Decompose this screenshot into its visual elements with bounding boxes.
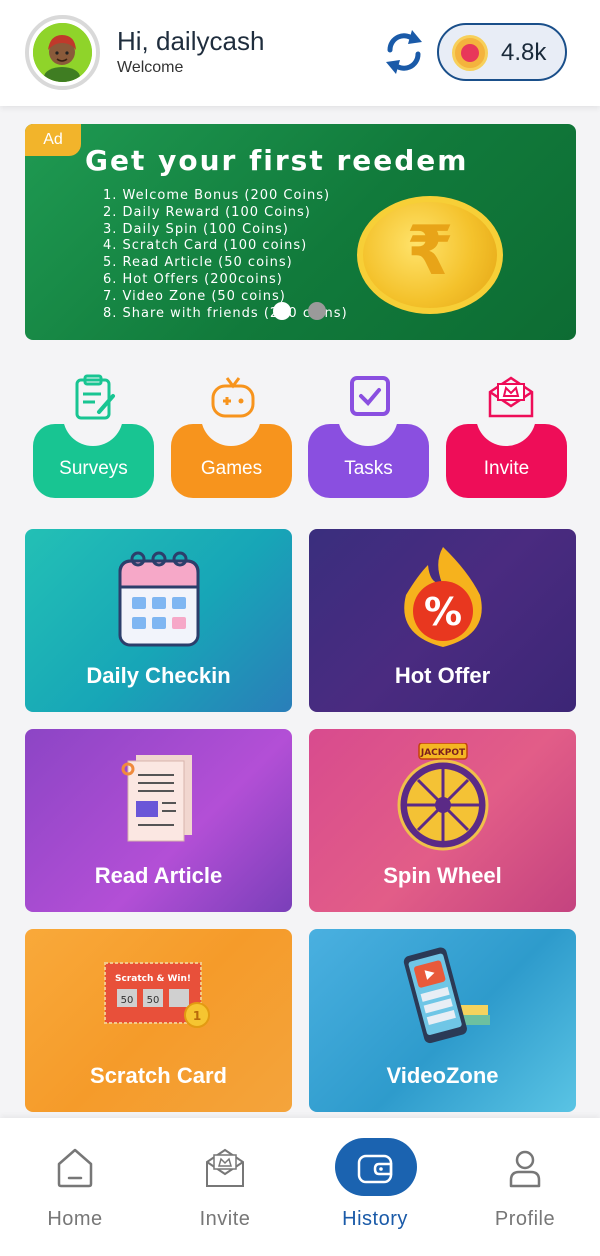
category-label: Invite — [483, 458, 530, 479]
category-invite[interactable]: Invite — [446, 372, 567, 500]
category-surveys[interactable]: Surveys — [33, 372, 154, 500]
refresh-icon[interactable] — [382, 28, 426, 76]
scratch-coin-value: 1 — [192, 1009, 200, 1023]
card-scratch-card[interactable]: Scratch & Win! 50 50 1 Scratch Card — [25, 929, 292, 1112]
nav-label: Home — [47, 1208, 103, 1230]
wallet-icon — [353, 1146, 397, 1190]
nav-label: Invite — [199, 1208, 251, 1230]
video-phone-icon — [388, 943, 498, 1058]
greeting-line: Hi, dailycash — [117, 26, 264, 57]
banner-item: 2. Daily Reward (100 Coins) — [103, 204, 311, 220]
nav-profile[interactable]: Profile — [450, 1118, 600, 1256]
svg-text:%: % — [423, 590, 461, 634]
card-label: Hot Offer — [394, 663, 491, 688]
coin-star-icon — [452, 35, 488, 71]
banner-list: 1. Welcome Bonus (200 Coins) 2. Daily Re… — [103, 188, 348, 322]
nav-label: History — [342, 1208, 408, 1230]
invite-icon — [203, 1146, 247, 1190]
card-read-article[interactable]: Read Article — [25, 729, 292, 912]
home-icon — [53, 1146, 97, 1190]
coin-balance-value: 4.8k — [501, 39, 547, 66]
checkbox-icon — [348, 374, 392, 420]
calendar-icon — [114, 543, 204, 658]
scratch-value: 50 — [120, 995, 133, 1006]
nav-label: Profile — [494, 1208, 556, 1230]
username: dailycash — [156, 26, 265, 56]
nav-invite[interactable]: Invite — [150, 1118, 300, 1256]
card-label: Spin Wheel — [383, 863, 502, 888]
coin-balance[interactable]: 4.8k — [437, 23, 567, 81]
card-videozone[interactable]: VideoZone — [309, 929, 576, 1112]
rupee-coin-icon: ₹ — [357, 196, 503, 314]
category-label: Surveys — [59, 458, 128, 479]
banner-item: 3. Daily Spin (100 Coins) — [103, 221, 289, 237]
category-label: Games — [200, 458, 263, 479]
scratch-value: 50 — [146, 995, 159, 1006]
banner-item: 5. Read Article (50 coins) — [103, 255, 293, 271]
card-label: Scratch Card — [90, 1063, 227, 1088]
wheel-icon: JACKPOT — [393, 742, 493, 858]
bottom-nav: Home Invite History Profile — [0, 1118, 600, 1256]
scratch-card-icon: Scratch & Win! 50 50 1 — [103, 959, 215, 1036]
card-label: Daily Checkin — [86, 663, 231, 688]
banner-item: 4. Scratch Card (100 coins) — [103, 238, 308, 254]
welcome-subtitle: Welcome — [117, 59, 184, 76]
card-label: VideoZone — [386, 1063, 499, 1088]
scratch-card-title: Scratch & Win! — [114, 974, 190, 984]
app-header: Hi, dailycash Welcome 4.8k — [0, 0, 600, 106]
user-avatar-icon — [33, 23, 92, 82]
avatar[interactable] — [25, 15, 100, 90]
banner-title: Get your first reedem — [85, 144, 469, 177]
category-tasks[interactable]: Tasks — [308, 372, 429, 500]
nav-history[interactable]: History — [300, 1118, 450, 1256]
card-daily-checkin[interactable]: Daily Checkin — [25, 529, 292, 712]
card-label: Read Article — [94, 863, 223, 888]
promo-banner[interactable]: Ad Get your first reedem 1. Welcome Bonu… — [25, 124, 576, 340]
rupee-symbol: ₹ — [406, 212, 454, 291]
nav-home[interactable]: Home — [0, 1118, 150, 1256]
banner-item: 1. Welcome Bonus (200 Coins) — [103, 188, 331, 203]
card-hot-offer[interactable]: % Hot Offer — [309, 529, 576, 712]
card-spin-wheel[interactable]: JACKPOT Spin Wheel — [309, 729, 576, 912]
gamepad-icon — [211, 374, 255, 420]
jackpot-badge: JACKPOT — [419, 748, 465, 758]
category-label: Tasks — [344, 458, 393, 479]
banner-item: 6. Hot Offers (200coins) — [103, 271, 283, 287]
article-icon — [114, 743, 204, 858]
category-games[interactable]: Games — [171, 372, 292, 500]
clipboard-icon — [73, 374, 117, 420]
greeting-prefix: Hi, — [117, 26, 149, 56]
profile-icon — [503, 1146, 547, 1190]
percent-flame-icon: % — [398, 543, 488, 658]
carousel-dot-active[interactable] — [273, 302, 291, 320]
ad-tag: Ad — [25, 124, 81, 156]
greeting: Hi, dailycash Welcome — [117, 26, 264, 77]
envelope-icon — [486, 374, 534, 420]
carousel-dot[interactable] — [308, 302, 326, 320]
